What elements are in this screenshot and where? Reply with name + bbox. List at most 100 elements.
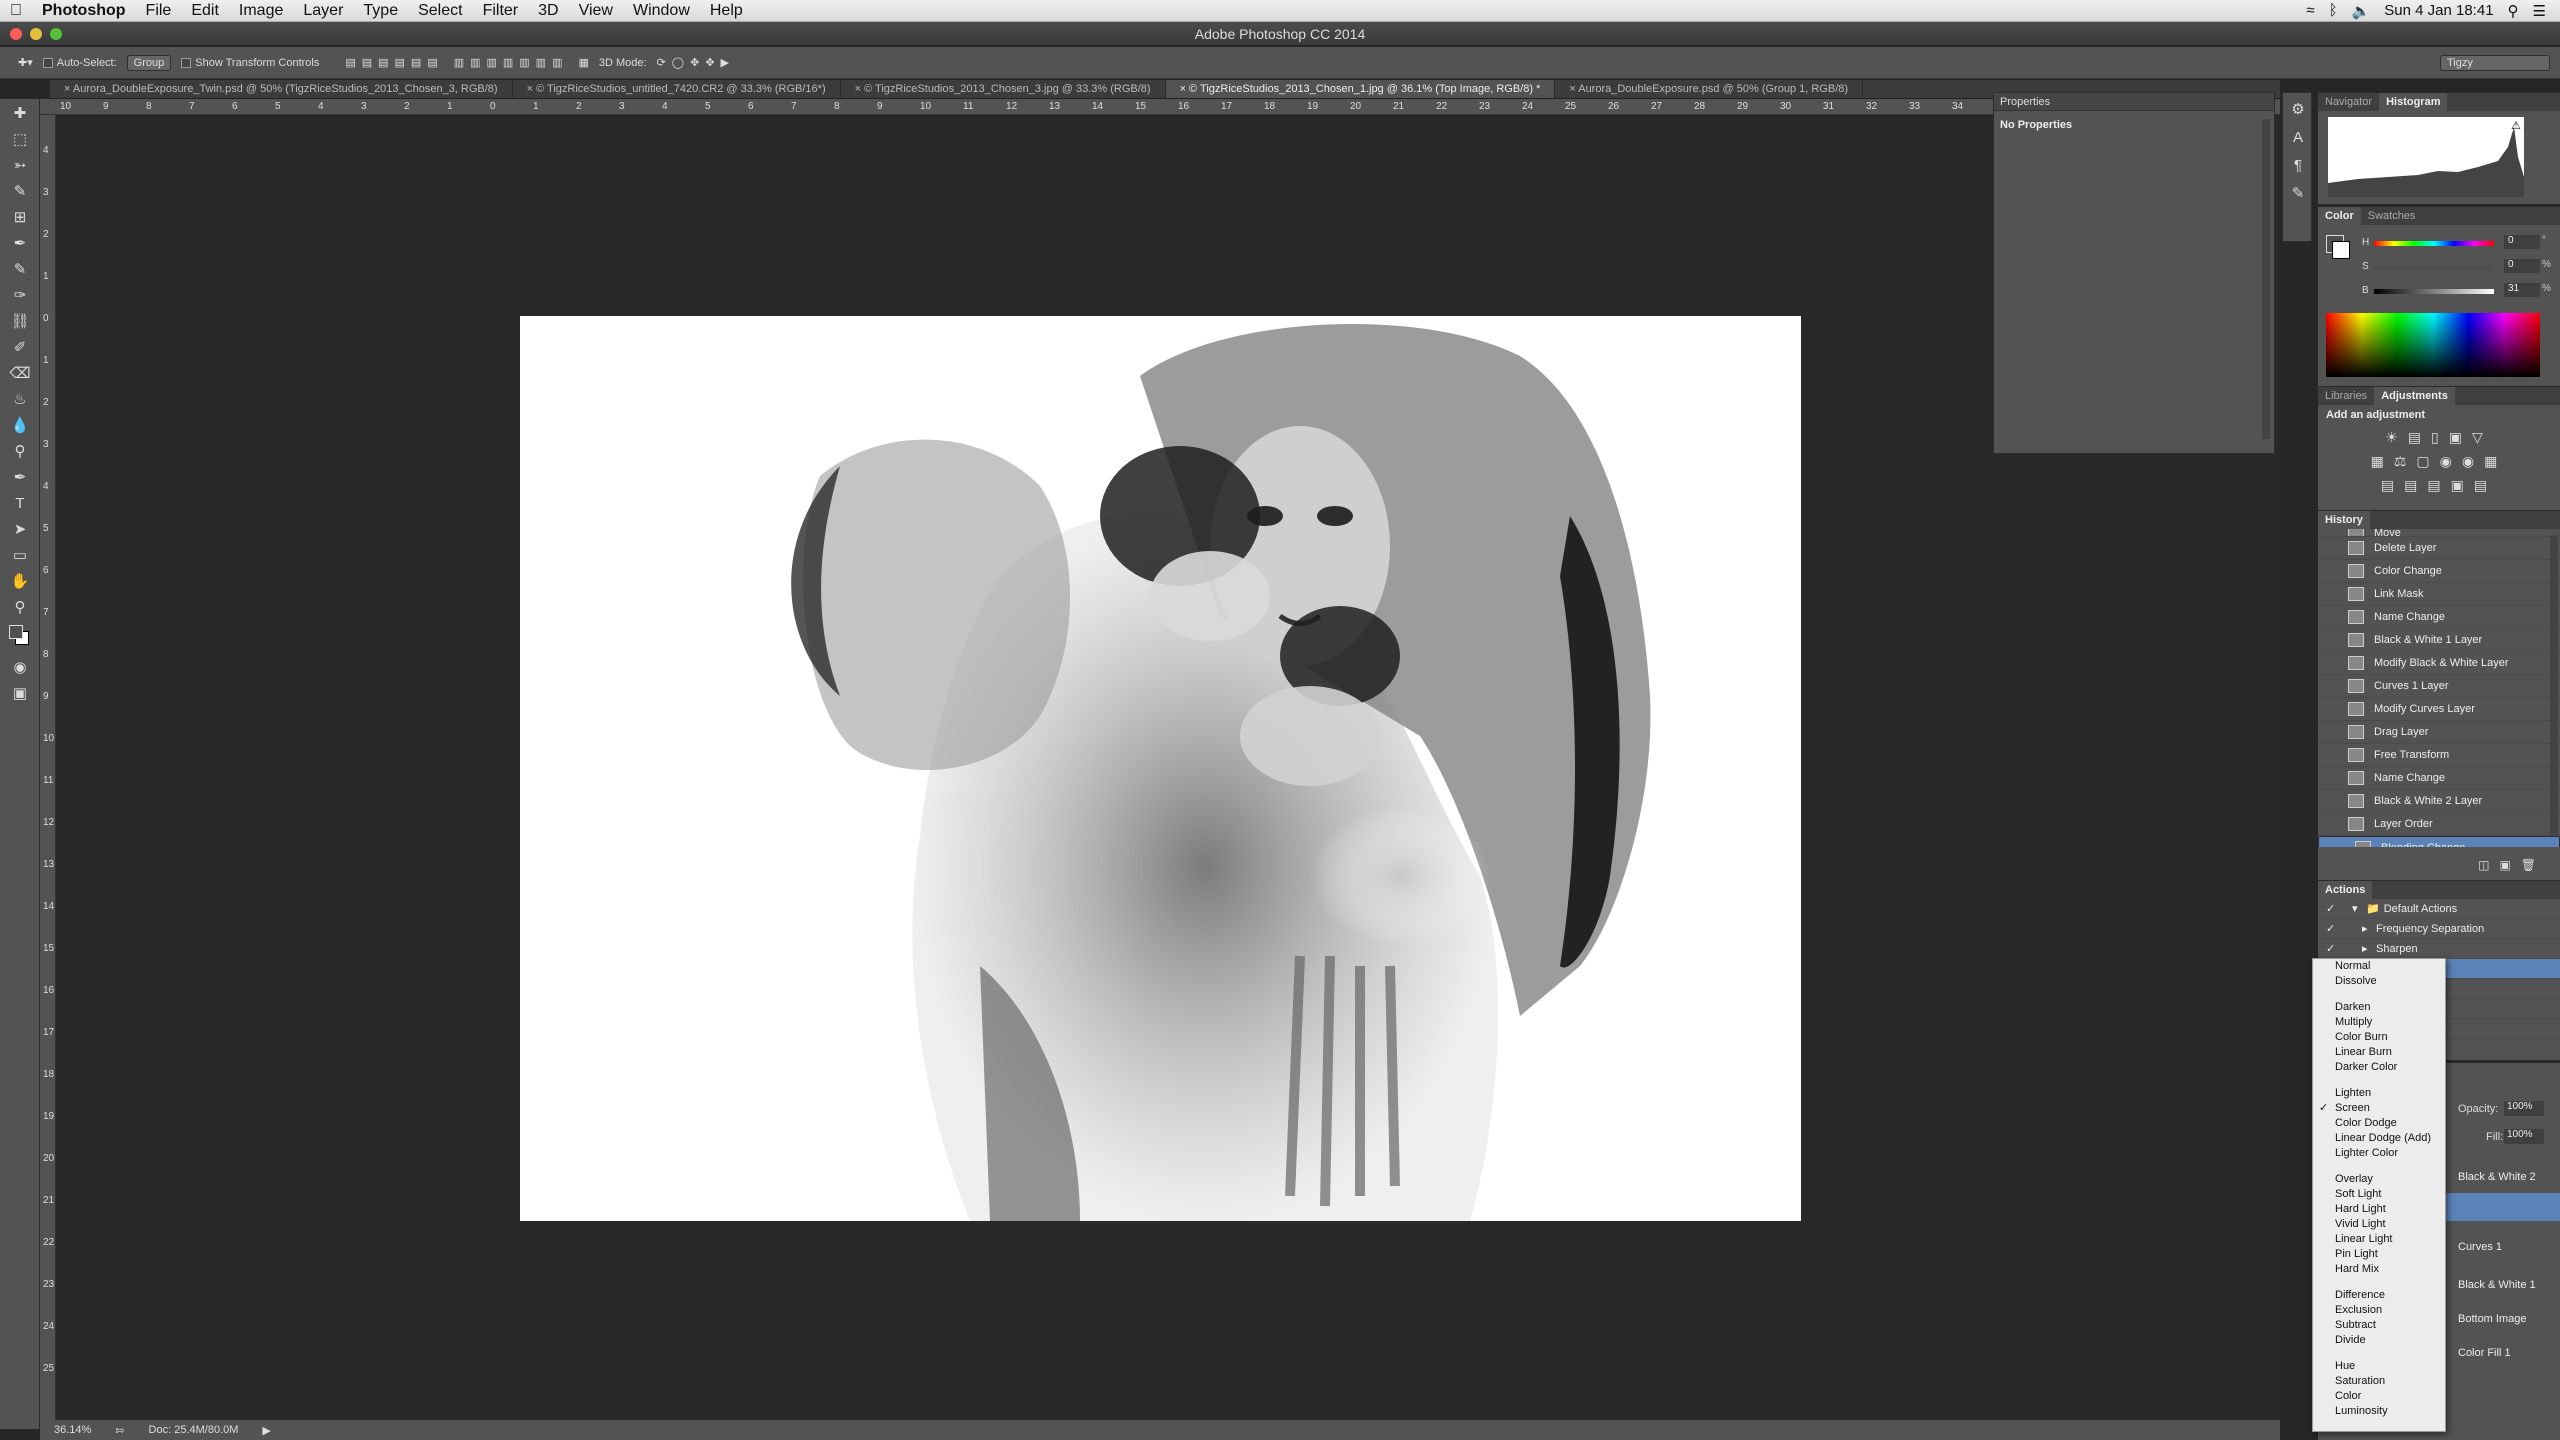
pen-tool-icon[interactable]: ✒ <box>7 467 33 489</box>
zoom-level[interactable]: 36.14% <box>54 1424 91 1436</box>
document-tab[interactable]: × Aurora_DoubleExposure_Twin.psd @ 50% (… <box>50 80 513 98</box>
s-slider[interactable] <box>2374 265 2494 270</box>
blend-mode-option[interactable]: Hue <box>2313 1359 2445 1374</box>
panel-tab-libraries[interactable]: Libraries <box>2318 387 2374 405</box>
action-item[interactable]: ✓ ▾ 📁 Default Actions <box>2318 899 2560 919</box>
history-brush-tool-icon[interactable]: ✐ <box>7 337 33 359</box>
blend-mode-option[interactable]: Normal <box>2313 959 2445 974</box>
blend-mode-option[interactable]: Pin Light <box>2313 1247 2445 1262</box>
history-state[interactable]: Move <box>2318 529 2560 537</box>
history-state[interactable]: Delete Layer <box>2318 537 2560 560</box>
eyedropper-tool-icon[interactable]: ✒ <box>7 233 33 255</box>
wifi-icon[interactable]: ≈ <box>2306 2 2314 19</box>
paragraph-icon[interactable]: ¶ <box>2285 155 2311 177</box>
blend-mode-option[interactable]: Difference <box>2313 1288 2445 1303</box>
adjustment-icons[interactable]: ☀▤▯▣▽ ▦⚖▢◉◉▦ ▤▤▤▣▤ <box>2318 425 2560 497</box>
lasso-tool-icon[interactable]: ➳ <box>7 155 33 177</box>
history-footer-icons[interactable]: ◫▣🗑 <box>2478 858 2546 872</box>
move-tool-icon[interactable]: ✚ <box>7 103 33 125</box>
history-state[interactable]: Name Change <box>2318 767 2560 790</box>
dodge-tool-icon[interactable]: ⚲ <box>7 441 33 463</box>
hand-tool-icon[interactable]: ✋ <box>7 571 33 593</box>
quick-mask-icon[interactable]: ◉ <box>7 657 33 679</box>
export-icon[interactable]: ⇰ <box>115 1424 124 1437</box>
blend-mode-option[interactable]: Linear Dodge (Add) <box>2313 1131 2445 1146</box>
h-slider[interactable] <box>2374 241 2494 246</box>
document-tab[interactable]: × © TigzRiceStudios_untitled_7420.CR2 @ … <box>513 80 841 98</box>
character-icon[interactable]: A <box>2285 127 2311 149</box>
menu-edit[interactable]: Edit <box>181 0 229 22</box>
properties-scrollbar[interactable] <box>2262 119 2270 439</box>
blend-mode-option[interactable]: Luminosity <box>2313 1404 2445 1419</box>
blend-mode-option[interactable]: Divide <box>2313 1333 2445 1348</box>
auto-select-checkbox[interactable] <box>42 57 53 68</box>
blend-mode-option[interactable]: Screen <box>2313 1101 2445 1116</box>
action-expand-icon[interactable]: ▸ <box>2362 922 2376 935</box>
menu-file[interactable]: File <box>136 0 182 22</box>
blend-mode-option[interactable]: Darker Color <box>2313 1060 2445 1075</box>
action-toggle-checkbox[interactable]: ✓ <box>2326 922 2340 935</box>
action-item[interactable]: ✓ ▸ Frequency Separation <box>2318 919 2560 939</box>
distribute-icons[interactable]: ▥▥▥▥▥▥▥ <box>454 56 569 69</box>
volume-icon[interactable]: 🔈 <box>2352 2 2371 20</box>
brush-tool-icon[interactable]: ✑ <box>7 285 33 307</box>
menu-view[interactable]: View <box>569 0 623 22</box>
b-value[interactable]: 31 <box>2504 283 2540 297</box>
zoom-window-icon[interactable] <box>50 28 62 40</box>
blend-mode-option[interactable]: Darken <box>2313 1000 2445 1015</box>
spotlight-search-icon[interactable]: ⚲ <box>2508 2 2519 20</box>
history-scrollbar[interactable] <box>2550 535 2558 835</box>
blend-mode-option[interactable]: Color Burn <box>2313 1030 2445 1045</box>
blend-mode-option[interactable]: Saturation <box>2313 1374 2445 1389</box>
align-icons[interactable]: ▤▤▤▤▤▤ <box>345 56 443 69</box>
healing-brush-tool-icon[interactable]: ✎ <box>7 259 33 281</box>
workspace-switcher[interactable]: Tigzy <box>2440 54 2550 71</box>
document-image[interactable] <box>520 316 1801 1221</box>
type-tool-icon[interactable]: T <box>7 493 33 515</box>
history-state[interactable]: Modify Black & White Layer <box>2318 652 2560 675</box>
menu-help[interactable]: Help <box>700 0 753 22</box>
opacity-field[interactable]: 100% <box>2504 1101 2544 1116</box>
panel-tab-histogram[interactable]: Histogram <box>2379 93 2448 111</box>
blur-tool-icon[interactable]: 💧 <box>7 415 33 437</box>
blend-mode-option[interactable]: Multiply <box>2313 1015 2445 1030</box>
auto-select-dropdown[interactable]: Group <box>126 54 172 71</box>
h-value[interactable]: 0 <box>2504 235 2540 249</box>
path-select-tool-icon[interactable]: ➤ <box>7 519 33 541</box>
move-tool-preset-icon[interactable]: ✚▾ <box>18 56 33 69</box>
action-toggle-checkbox[interactable]: ✓ <box>2326 902 2340 915</box>
zoom-tool-icon[interactable]: ⚲ <box>7 597 33 619</box>
history-state[interactable]: Black & White 2 Layer <box>2318 790 2560 813</box>
crop-tool-icon[interactable]: ⊞ <box>7 207 33 229</box>
3d-mode-icons[interactable]: ⟳◯✥✥▶ <box>657 56 735 69</box>
history-state[interactable]: Blending Change <box>2318 836 2560 847</box>
panel-tab-navigator[interactable]: Navigator <box>2318 93 2379 111</box>
blend-mode-option[interactable]: Color Dodge <box>2313 1116 2445 1131</box>
history-state[interactable]: Free Transform <box>2318 744 2560 767</box>
marquee-tool-icon[interactable]: ⬚ <box>7 129 33 151</box>
properties-icon[interactable]: ⚙ <box>2285 99 2311 121</box>
blend-mode-option[interactable]: Overlay <box>2313 1172 2445 1187</box>
menu-type[interactable]: Type <box>353 0 408 22</box>
s-value[interactable]: 0 <box>2504 259 2540 273</box>
history-state[interactable]: Color Change <box>2318 560 2560 583</box>
blend-mode-option[interactable]: Exclusion <box>2313 1303 2445 1318</box>
panel-tab-swatches[interactable]: Swatches <box>2361 207 2423 225</box>
action-expand-icon[interactable]: ▸ <box>2362 942 2376 955</box>
blend-mode-option[interactable]: Hard Light <box>2313 1202 2445 1217</box>
history-state[interactable]: Drag Layer <box>2318 721 2560 744</box>
history-state[interactable]: Layer Order <box>2318 813 2560 836</box>
foreground-color-swatch[interactable] <box>9 625 23 639</box>
blend-mode-option[interactable]: Linear Light <box>2313 1232 2445 1247</box>
bluetooth-icon[interactable]: ᛒ <box>2329 2 2338 19</box>
history-state[interactable]: Curves 1 Layer <box>2318 675 2560 698</box>
brush-preset-icon[interactable]: ✎ <box>2285 183 2311 205</box>
color-swatches[interactable] <box>7 623 33 653</box>
color-spectrum[interactable] <box>2326 313 2540 377</box>
menu-image[interactable]: Image <box>229 0 293 22</box>
minimize-window-icon[interactable] <box>30 28 42 40</box>
blend-mode-option[interactable]: Vivid Light <box>2313 1217 2445 1232</box>
status-menu-arrow-icon[interactable]: ▶ <box>262 1424 270 1437</box>
menu-layer[interactable]: Layer <box>293 0 353 22</box>
apple-icon[interactable]:  <box>0 0 32 22</box>
